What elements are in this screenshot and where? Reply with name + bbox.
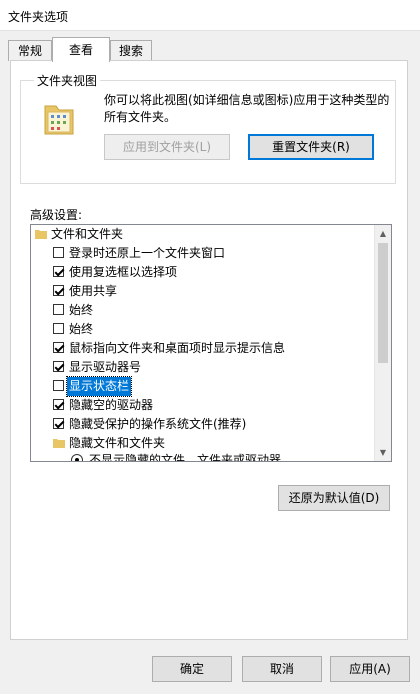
list-item-label: 隐藏空的驱动器 xyxy=(69,398,154,412)
cancel-button[interactable]: 取消 xyxy=(242,656,322,682)
scroll-down-icon[interactable]: ▼ xyxy=(375,444,391,461)
checkbox[interactable] xyxy=(53,266,64,277)
folder-icon xyxy=(35,230,47,239)
checkbox[interactable] xyxy=(53,285,64,296)
tab-search[interactable]: 搜索 xyxy=(110,40,152,61)
restore-defaults-button[interactable]: 还原为默认值(D) xyxy=(278,485,390,511)
list-item-label: 不显示隐藏的文件、文件夹或驱动器 xyxy=(89,453,282,462)
checkbox[interactable] xyxy=(53,399,64,410)
list-item-label: 登录时还原上一个文件夹窗口 xyxy=(69,246,226,260)
checkbox[interactable] xyxy=(53,361,64,372)
ok-button[interactable]: 确定 xyxy=(152,656,232,682)
tab-view[interactable]: 查看 xyxy=(52,37,110,62)
list-item-label: 使用复选框以选择项 xyxy=(69,265,178,279)
advanced-settings-label: 高级设置: xyxy=(30,208,83,222)
checkbox[interactable] xyxy=(53,380,64,391)
list-item-label: 显示驱动器号 xyxy=(69,360,142,374)
folder-view-icon xyxy=(44,105,74,135)
scroll-thumb[interactable] xyxy=(378,243,388,363)
list-item-label: 鼠标指向文件夹和桌面项时显示提示信息 xyxy=(69,341,286,355)
folder-icon xyxy=(53,439,65,448)
scroll-up-icon[interactable]: ▲ xyxy=(375,225,391,242)
list-item-label: 始终 xyxy=(69,303,94,317)
list-item-label: 始终 xyxy=(69,322,94,336)
window-title: 文件夹选项 xyxy=(8,10,69,24)
folder-views-description: 你可以将此视图(如详细信息或图标)应用于这种类型的所有文件夹。 xyxy=(104,93,390,124)
list-item-label: 使用共享 xyxy=(69,284,118,298)
checkbox[interactable] xyxy=(53,304,64,315)
checkbox[interactable] xyxy=(53,342,64,353)
tab-general[interactable]: 常规 xyxy=(8,40,52,61)
list-scrollbar[interactable]: ▲ ▼ xyxy=(374,225,391,461)
checkbox[interactable] xyxy=(53,418,64,429)
title-bar: 文件夹选项 xyxy=(0,0,420,31)
folder-views-legend: 文件夹视图 xyxy=(34,72,101,89)
reset-folders-button[interactable]: 重置文件夹(R) xyxy=(248,134,374,160)
apply-to-folders-button[interactable]: 应用到文件夹(L) xyxy=(104,134,230,160)
list-item-label: 隐藏受保护的操作系统文件(推荐) xyxy=(69,417,247,431)
list-item-label: 文件和文件夹 xyxy=(51,227,124,241)
apply-button[interactable]: 应用(A) xyxy=(330,656,410,682)
advanced-settings-list[interactable]: 文件和文件夹 登录时还原上一个文件夹窗口 使用复选框以选择项 使用共享 始终 始… xyxy=(30,224,392,462)
list-item-label-selected: 显示状态栏 xyxy=(65,376,133,397)
checkbox[interactable] xyxy=(53,323,64,334)
checkbox[interactable] xyxy=(53,247,64,258)
radio-button[interactable] xyxy=(71,454,83,461)
